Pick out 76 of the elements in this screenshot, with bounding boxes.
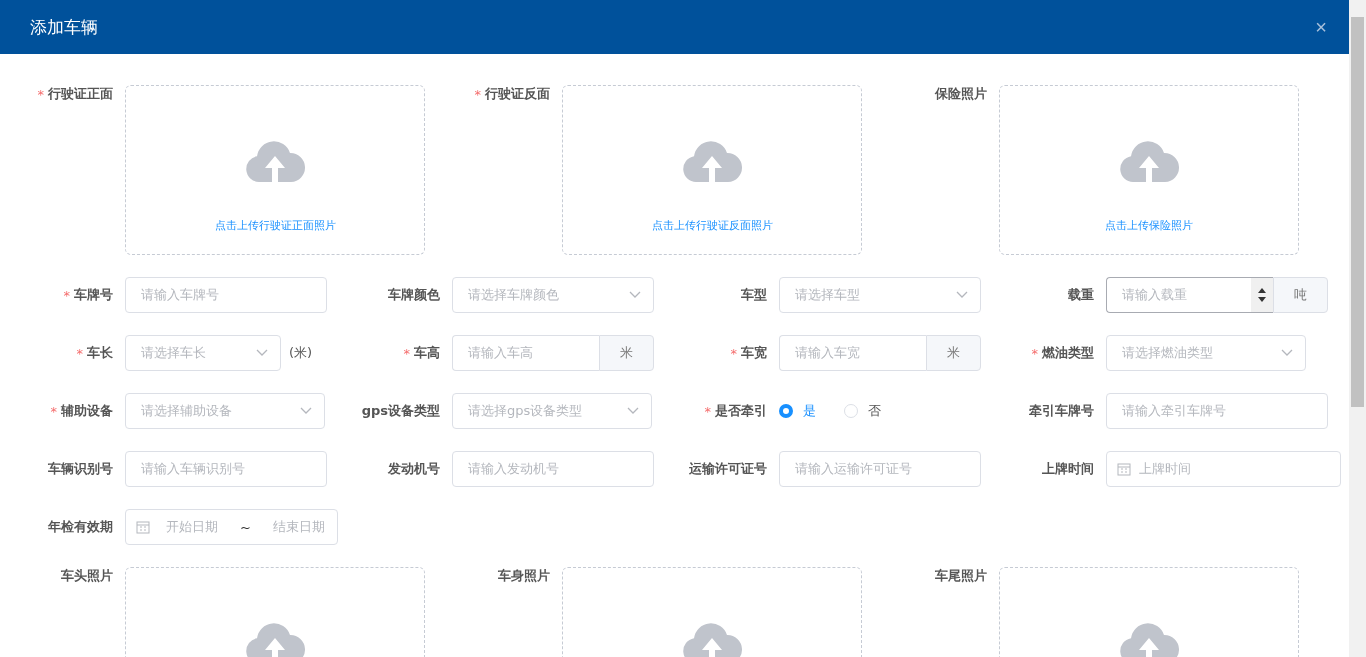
field-label: gps设备类型 [361,402,440,420]
chevron-down-icon [956,291,968,299]
field-label: 上牌时间 [1042,460,1094,478]
upload-area[interactable]: 点击上传行驶证反面照片 [562,85,862,255]
date-range-field[interactable]: 开始日期 ~ 结束日期 [125,509,338,545]
upload-hint: 点击上传行驶证正面照片 [214,218,336,233]
select-field[interactable]: 请选择燃油类型 [1106,335,1306,371]
required-mark: * [50,403,57,419]
date-field[interactable]: 上牌时间 [1106,451,1341,487]
upload-area[interactable]: 点击上传保险照片 [999,85,1299,255]
field-label: 车牌号 [74,286,113,304]
field-label: 年检有效期 [48,518,113,536]
required-mark: * [76,345,83,361]
upload-hint: 点击上传保险照片 [1105,218,1193,233]
unit-addon: 吨 [1273,277,1328,313]
text-input[interactable]: 请输入车高 [452,335,599,371]
field-label: 发动机号 [388,460,440,478]
field-label: 车型 [741,286,767,304]
field-label: 运输许可证号 [689,460,767,478]
radio-icon [779,404,793,418]
text-input[interactable]: 请输入车牌号 [125,277,327,313]
upload-hint: 点击上传行驶证反面照片 [651,218,773,233]
field-label: 车长 [87,344,113,362]
select-field[interactable]: 请选择gps设备类型 [452,393,652,429]
required-mark: * [37,86,44,102]
chevron-down-icon [256,349,268,357]
dialog-title: 添加车辆 [30,15,98,39]
text-input[interactable]: 请输入车宽 [779,335,926,371]
required-mark: * [1031,345,1038,361]
field-label: 牵引车牌号 [1029,402,1094,420]
field-label: 车尾照片 [935,567,987,585]
upload-area[interactable]: 点击上传行驶证正面照片 [125,85,425,255]
required-mark: * [63,287,70,303]
field-label: 车宽 [741,344,767,362]
required-mark: * [403,345,410,361]
radio-icon [844,404,858,418]
chevron-down-icon [1281,349,1293,357]
select-field[interactable]: 请选择辅助设备 [125,393,325,429]
spinner-icon[interactable] [1251,278,1273,312]
field-label: 行驶证正面 [48,85,113,103]
select-field[interactable]: 请选择车牌颜色 [452,277,654,313]
chevron-down-icon [627,407,639,415]
field-label: 车高 [414,344,440,362]
required-mark: * [474,86,481,102]
field-label: 保险照片 [935,85,987,103]
unit-note: (米) [289,344,313,362]
required-mark: * [704,403,711,419]
unit-addon: 米 [926,335,981,371]
radio-label: 是 [803,402,816,420]
chevron-down-icon [629,291,641,299]
chevron-down-icon [300,407,312,415]
field-label: 车牌颜色 [388,286,440,304]
required-mark: * [730,345,737,361]
unit-addon: 米 [599,335,654,371]
select-field[interactable]: 请选择车型 [779,277,981,313]
field-label: 行驶证反面 [485,85,550,103]
field-label: 车辆识别号 [48,460,113,478]
field-label: 是否牵引 [715,402,767,420]
field-label: 燃油类型 [1042,344,1094,362]
radio-option[interactable]: 是 [779,402,816,420]
calendar-icon [136,520,150,534]
close-button[interactable]: × [1315,17,1327,37]
field-label: 辅助设备 [61,402,113,420]
text-input[interactable]: 请输入车辆识别号 [125,451,327,487]
field-label: 车身照片 [498,567,550,585]
text-input[interactable]: 请输入运输许可证号 [779,451,981,487]
calendar-icon [1117,462,1131,476]
field-label: 载重 [1068,286,1094,304]
scrollbar[interactable] [1349,0,1366,657]
radio-option[interactable]: 否 [844,402,881,420]
select-field[interactable]: 请选择车长 [125,335,281,371]
radio-label: 否 [868,402,881,420]
text-input[interactable]: 请输入发动机号 [452,451,654,487]
text-input[interactable]: 请输入牵引车牌号 [1106,393,1328,429]
number-input[interactable]: 请输入载重 [1106,277,1273,313]
field-label: 车头照片 [61,567,113,585]
